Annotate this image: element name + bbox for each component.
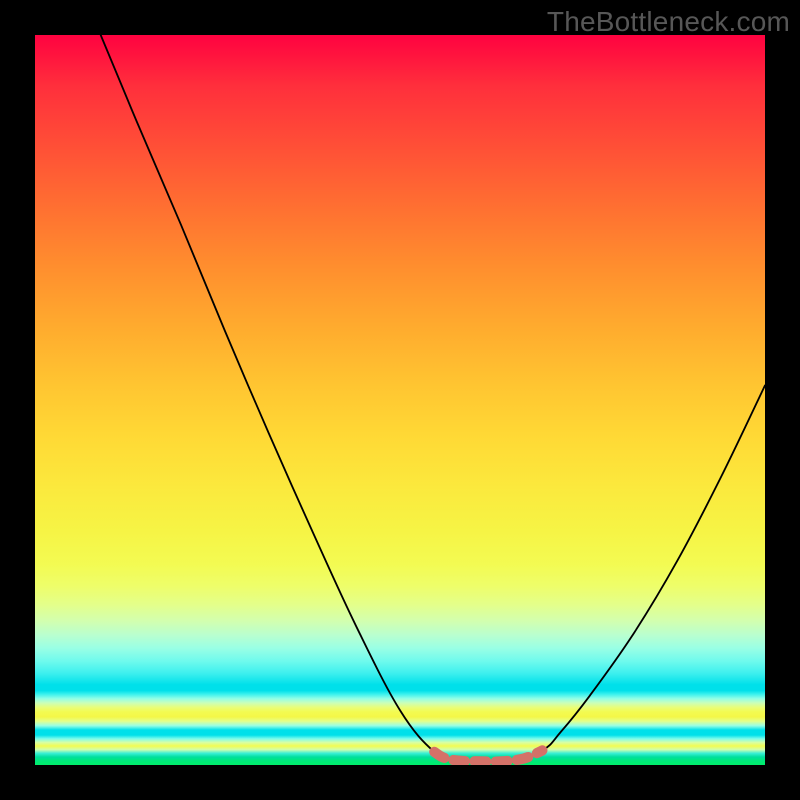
- watermark-label: TheBottleneck.com: [547, 6, 790, 38]
- chart-canvas: TheBottleneck.com: [0, 0, 800, 800]
- plot-background: [35, 35, 765, 765]
